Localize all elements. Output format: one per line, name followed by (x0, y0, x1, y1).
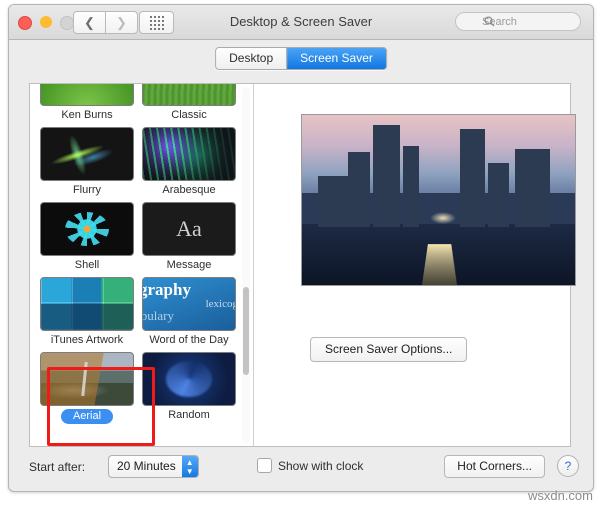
start-after-label: Start after: (29, 460, 86, 474)
screensaver-item-arabesque[interactable]: Arabesque (142, 127, 236, 196)
preview-pane: Screen Saver Options... (254, 84, 576, 446)
help-button[interactable]: ? (557, 455, 579, 477)
preview-building (403, 145, 420, 228)
message-aa-glyph: Aa (176, 216, 202, 241)
screensaver-item-label: Message (166, 259, 212, 271)
start-after-value: 20 Minutes (117, 459, 176, 473)
screensaver-item-label: iTunes Artwork (50, 334, 124, 346)
word-of-the-day-word: graphy (142, 280, 191, 299)
screensaver-item-label: Aerial (60, 409, 114, 424)
screensaver-thumbnail (142, 84, 236, 106)
tab-bar: Desktop Screen Saver (9, 40, 593, 70)
list-scrollbar-thumb[interactable] (243, 287, 249, 375)
tab-screen-saver[interactable]: Screen Saver (286, 48, 386, 69)
screensaver-item-label: Ken Burns (61, 109, 113, 121)
preview-building (514, 149, 551, 228)
preview-building (487, 162, 510, 228)
system-preferences-window: ❮ ❯ Desktop & Screen Saver Search Deskto… (8, 4, 594, 492)
screensaver-thumbnail (40, 277, 134, 331)
screensaver-item-flurry[interactable]: Flurry (40, 127, 134, 196)
watermark: wsxdn.com (527, 488, 593, 503)
window-titlebar: ❮ ❯ Desktop & Screen Saver Search (9, 5, 593, 40)
screensaver-item-ken-burns[interactable]: Ken Burns (40, 84, 134, 121)
screensaver-item-word-of-the-day[interactable]: graphy lexicog abulary Word of the Day (142, 277, 236, 346)
content-panel: Ken Burns Classic Flurry Arabesque Shell Aa Me… (29, 83, 576, 447)
screensaver-item-label: Word of the Day (149, 334, 229, 346)
preview-image (301, 114, 576, 286)
bottom-bar: Start after: 20 Minutes ▲ ▼ Show with clo… (9, 451, 593, 491)
screensaver-thumbnail: Aa (142, 202, 236, 256)
screensaver-item-aerial[interactable]: Aerial (40, 352, 134, 429)
screensaver-thumbnail (40, 127, 134, 181)
screensaver-item-classic[interactable]: Classic (142, 84, 236, 121)
screensaver-item-message[interactable]: Aa Message (142, 202, 236, 271)
screensaver-grid: Ken Burns Classic Flurry Arabesque Shell Aa Me… (40, 84, 236, 429)
checkbox-box (257, 458, 272, 473)
list-scrollbar-track[interactable] (242, 87, 250, 443)
start-after-popup[interactable]: 20 Minutes ▲ ▼ (108, 455, 199, 478)
screensaver-item-label: Flurry (72, 184, 102, 196)
screensaver-list[interactable]: Ken Burns Classic Flurry Arabesque Shell Aa Me… (30, 84, 254, 446)
screenshot-root: ❮ ❯ Desktop & Screen Saver Search Deskto… (0, 0, 600, 505)
screensaver-item-itunes-artwork[interactable]: iTunes Artwork (40, 277, 134, 346)
screensaver-thumbnail: graphy lexicog abulary (142, 277, 236, 331)
screensaver-item-random[interactable]: Random (142, 352, 236, 429)
show-with-clock-checkbox[interactable]: Show with clock (257, 458, 363, 473)
screensaver-item-label: Random (168, 409, 210, 421)
screensaver-thumbnail (40, 352, 134, 406)
preview-building (372, 125, 401, 228)
screensaver-item-label: Shell (74, 259, 100, 271)
screensaver-thumbnail (40, 202, 134, 256)
show-with-clock-label: Show with clock (278, 458, 364, 473)
search-icon (484, 16, 495, 27)
screensaver-item-label: Classic (171, 109, 207, 121)
preview-building (348, 152, 371, 228)
hot-corners-button[interactable]: Hot Corners... (444, 455, 545, 478)
screensaver-item-shell[interactable]: Shell (40, 202, 134, 271)
preview-building (460, 128, 485, 228)
tab-desktop[interactable]: Desktop (216, 48, 287, 69)
screensaver-item-label: Arabesque (162, 184, 216, 196)
chevron-updown-icon: ▲ ▼ (181, 456, 198, 477)
search-field[interactable]: Search (455, 12, 581, 31)
screensaver-thumbnail (142, 127, 236, 181)
screen-saver-options-button[interactable]: Screen Saver Options... (310, 337, 468, 362)
screensaver-thumbnail (40, 84, 134, 106)
preview-building (318, 176, 349, 228)
preview-boulevard (422, 244, 458, 285)
screensaver-thumbnail (142, 352, 236, 406)
preview-city-glow (430, 211, 457, 224)
segmented-control: Desktop Screen Saver (215, 47, 387, 70)
word-of-the-day-word: lexicog (205, 298, 236, 310)
word-of-the-day-word: abulary (142, 308, 174, 323)
